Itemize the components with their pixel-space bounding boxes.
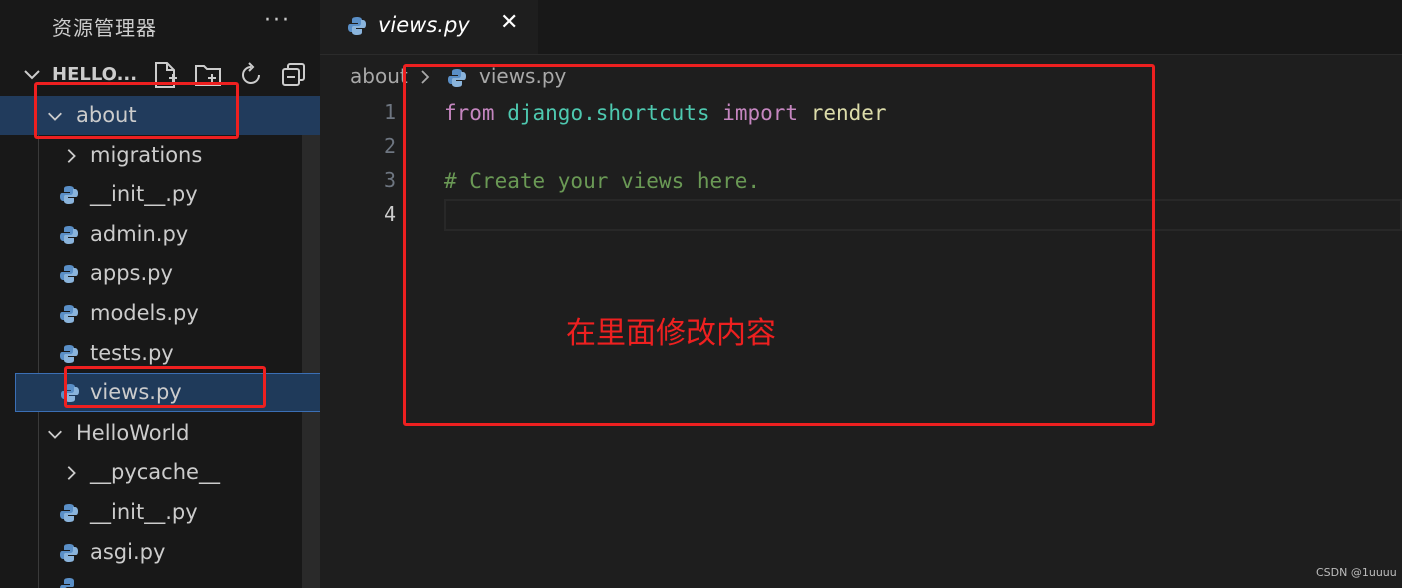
tree-file-partial[interactable] bbox=[0, 572, 302, 588]
python-file-icon bbox=[60, 305, 78, 323]
tree-folder-pycache[interactable]: __pycache__ bbox=[0, 453, 302, 492]
python-file-icon bbox=[60, 504, 78, 522]
tree-file-init-2[interactable]: __init__.py bbox=[0, 493, 302, 532]
line-number: 1 bbox=[383, 100, 396, 124]
tree-item-label: HelloWorld bbox=[76, 421, 190, 445]
close-tab-button[interactable]: ✕ bbox=[500, 10, 518, 35]
python-file-icon bbox=[348, 17, 366, 35]
refresh-icon[interactable] bbox=[236, 60, 266, 90]
tree-file-apps[interactable]: apps.py bbox=[0, 254, 302, 293]
tree-item-label: tests.py bbox=[90, 341, 174, 365]
python-file-icon bbox=[60, 345, 78, 363]
chevron-down-icon bbox=[48, 430, 62, 439]
tree-file-models[interactable]: models.py bbox=[0, 294, 302, 333]
collapse-all-icon[interactable] bbox=[279, 60, 309, 90]
tree-item-label: models.py bbox=[90, 301, 199, 325]
line-number-active: 4 bbox=[383, 202, 396, 226]
annotation-text: 在里面修改内容 bbox=[566, 316, 776, 351]
python-file-icon bbox=[60, 186, 78, 204]
sidebar-scrollbar[interactable] bbox=[302, 96, 320, 588]
tree-item-label: asgi.py bbox=[90, 540, 166, 564]
annotation-box-about bbox=[34, 82, 239, 139]
tree-file-admin[interactable]: admin.py bbox=[0, 215, 302, 254]
line-number: 2 bbox=[383, 134, 396, 158]
chevron-right-icon bbox=[67, 149, 76, 163]
tree-file-init[interactable]: __init__.py bbox=[0, 175, 302, 214]
tree-item-label: __pycache__ bbox=[90, 460, 220, 484]
tree-folder-migrations[interactable]: migrations bbox=[0, 136, 302, 175]
explorer-header: 资源管理器 ··· bbox=[0, 0, 320, 52]
editor-tab-bar: views.py ✕ bbox=[320, 0, 1402, 55]
chevron-right-icon bbox=[67, 466, 76, 480]
tree-item-label: __init__.py bbox=[90, 182, 198, 206]
python-file-icon bbox=[60, 578, 74, 588]
python-file-icon bbox=[60, 544, 78, 562]
annotation-box-views bbox=[64, 366, 266, 408]
tree-file-asgi[interactable]: asgi.py bbox=[0, 533, 302, 572]
line-number: 3 bbox=[383, 168, 396, 192]
python-file-icon bbox=[60, 265, 78, 283]
breadcrumb-folder[interactable]: about bbox=[350, 64, 408, 88]
annotation-box-editor bbox=[403, 64, 1155, 426]
python-file-icon bbox=[60, 226, 78, 244]
more-actions-button[interactable]: ··· bbox=[264, 8, 291, 33]
watermark: CSDN @1uuuu bbox=[1316, 566, 1397, 579]
tree-item-label: admin.py bbox=[90, 222, 189, 246]
tree-item-label: __init__.py bbox=[90, 500, 198, 524]
explorer-title: 资源管理器 bbox=[52, 16, 157, 40]
tab-views-py[interactable]: views.py ✕ bbox=[320, 0, 538, 54]
tree-item-label: migrations bbox=[90, 143, 203, 167]
chevron-down-icon bbox=[24, 70, 40, 80]
tab-label: views.py bbox=[378, 13, 470, 37]
tree-item-label: apps.py bbox=[90, 261, 173, 285]
tree-folder-helloworld[interactable]: HelloWorld bbox=[0, 414, 302, 453]
